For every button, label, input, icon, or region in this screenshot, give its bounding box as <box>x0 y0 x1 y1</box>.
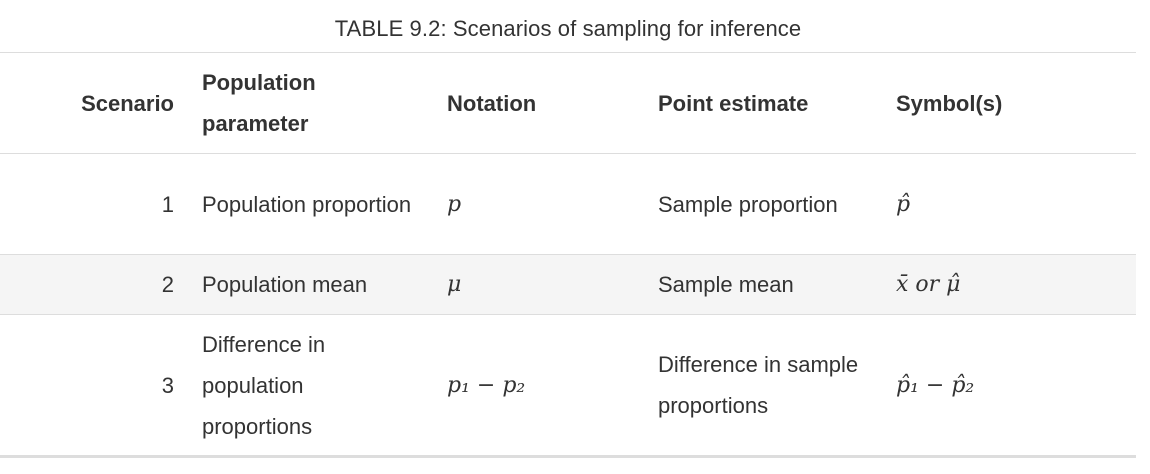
table-row: 2 Population mean μ Sample mean x̄ or μ̂ <box>0 254 1136 315</box>
point-estimate-cell: Sample mean <box>658 272 794 297</box>
point-estimate-cell: Sample proportion <box>658 191 838 217</box>
header-point-estimate: Point estimate <box>658 90 809 116</box>
table-row: 1 Population proportion p Sample proport… <box>0 154 1136 255</box>
symbols-cell: p̂ <box>896 191 911 217</box>
header-symbols: Symbol(s) <box>896 90 1003 116</box>
symbols-cell: p̂₁ − p̂₂ <box>896 372 975 398</box>
parameter-cell: Population proportion <box>202 191 412 217</box>
scenarios-table: Scenario Population parameter Notation P… <box>0 52 1136 458</box>
scenario-cell: 2 <box>161 272 174 297</box>
header-notation: Notation <box>447 90 537 116</box>
header-scenario: Scenario <box>81 90 174 116</box>
parameter-cell: Population mean <box>202 272 368 297</box>
parameter-cell: Difference in population proportions <box>202 331 326 439</box>
notation-cell: p₁ − p₂ <box>447 372 526 398</box>
symbols-cell: x̄ or μ̂ <box>896 272 961 297</box>
table-row: 3 Difference in population proportions p… <box>0 315 1136 457</box>
table-header-row: Scenario Population parameter Notation P… <box>0 52 1136 154</box>
header-population-parameter: Population parameter <box>202 70 316 136</box>
notation-cell: p <box>447 191 462 217</box>
scenario-cell: 1 <box>161 191 174 217</box>
table-caption: TABLE 9.2: Scenarios of sampling for inf… <box>334 16 802 41</box>
notation-cell: μ <box>447 272 462 297</box>
point-estimate-cell: Difference in sample proportions <box>658 352 859 418</box>
scenario-cell: 3 <box>161 372 174 398</box>
